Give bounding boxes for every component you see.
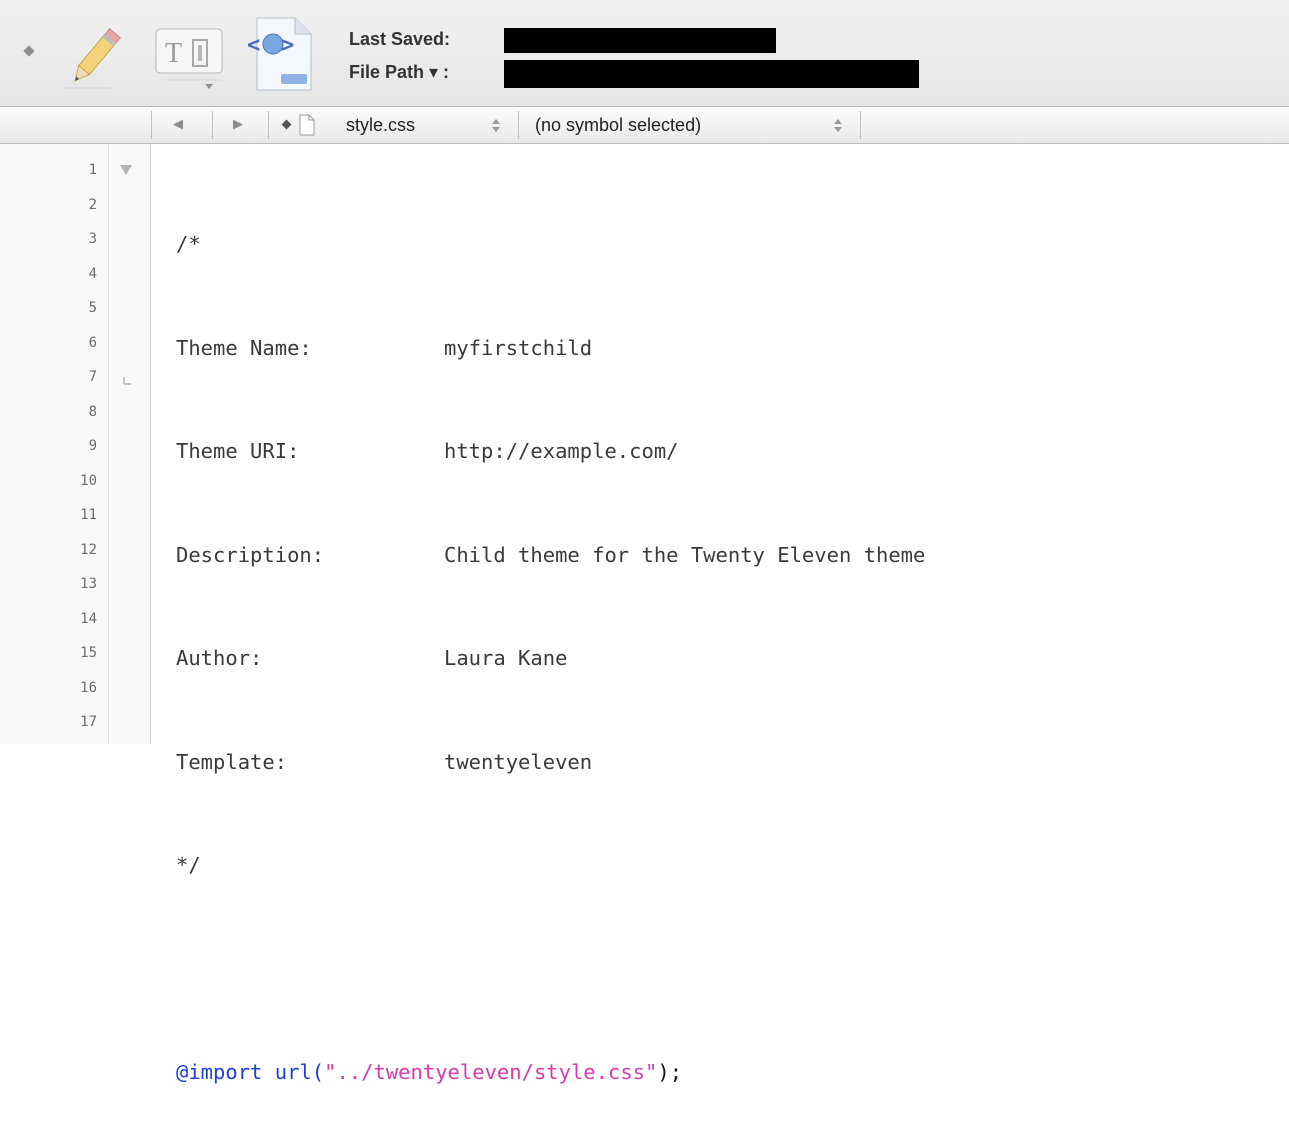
- divider: [268, 111, 269, 139]
- html-file-icon[interactable]: < >: [243, 14, 318, 94]
- symbol-popup[interactable]: (no symbol selected): [535, 115, 701, 136]
- line-number: 3: [88, 231, 97, 247]
- line-number: 2: [88, 197, 97, 213]
- header-value: twentyeleven: [444, 749, 593, 774]
- code-editor[interactable]: /* Theme Name: myfirstchild Theme URI: htt…: [176, 158, 925, 1124]
- header-key: Author:: [176, 646, 263, 670]
- text-document-icon[interactable]: T: [155, 28, 227, 90]
- svg-text:>: >: [281, 33, 294, 58]
- file-name-popup[interactable]: style.css: [346, 115, 415, 136]
- header-value: Laura Kane: [444, 646, 568, 670]
- code-line: @import url("../twentyeleven/style.css")…: [176, 1055, 925, 1090]
- comment-close: */: [176, 853, 201, 877]
- line-number: 5: [88, 300, 97, 316]
- navigation-bar: ◀ ▶ style.css (no symbol selected): [0, 107, 1289, 144]
- fold-open-icon[interactable]: [119, 164, 133, 176]
- line-number: 6: [88, 335, 97, 351]
- statement-end: );: [657, 1060, 683, 1084]
- header-key: Theme Name:: [176, 335, 312, 360]
- file-path-label[interactable]: File Path ▾ :: [349, 62, 449, 83]
- divider: [151, 111, 152, 139]
- line-number: 17: [80, 714, 97, 730]
- url-function: url(: [274, 1060, 325, 1084]
- comment-open: /*: [176, 232, 201, 256]
- header-value: myfirstchild: [444, 335, 593, 360]
- code-line: /*: [176, 227, 925, 262]
- code-line: Theme URI: http://example.com/: [176, 434, 925, 469]
- svg-text:<: <: [247, 33, 260, 58]
- bookmark-diamond-icon[interactable]: [23, 45, 35, 57]
- line-number: 10: [80, 473, 97, 489]
- popup-arrows-icon[interactable]: [491, 114, 501, 136]
- import-path-string: "../twentyeleven/style.css": [324, 1060, 658, 1084]
- toolbar: T < > Last Saved: File Path ▾ :: [0, 0, 1289, 107]
- line-number: 4: [88, 266, 97, 282]
- line-number: 15: [80, 645, 97, 661]
- import-keyword: @import: [176, 1060, 263, 1084]
- header-value: http://example.com/: [444, 439, 679, 463]
- code-line: Description: Child theme for the Twenty E…: [176, 538, 925, 573]
- fold-column-divider: [108, 144, 109, 744]
- line-number: 1: [88, 162, 97, 178]
- line-number: 13: [80, 576, 97, 592]
- document-icon: [299, 114, 315, 136]
- last-saved-label: Last Saved:: [349, 29, 451, 49]
- code-line: Theme Name: myfirstchild: [176, 331, 925, 366]
- svg-text:T: T: [165, 38, 182, 69]
- forward-arrow-icon[interactable]: ▶: [233, 116, 243, 132]
- code-line: */: [176, 848, 925, 883]
- code-line: Author: Laura Kane: [176, 641, 925, 676]
- header-key: Description:: [176, 542, 325, 567]
- code-line: Template: twentyeleven: [176, 745, 925, 780]
- fold-end-icon[interactable]: [122, 376, 132, 386]
- line-number-gutter: 1 2 3 4 5 6 7 8 9 10 11 12 13 14 15 16 1…: [0, 144, 151, 744]
- pencil-icon[interactable]: [60, 22, 130, 92]
- header-key: Theme URI:: [176, 439, 300, 463]
- popup-arrows-icon[interactable]: [833, 114, 843, 136]
- divider: [212, 111, 213, 139]
- line-number: 9: [88, 438, 97, 454]
- divider: [860, 111, 861, 139]
- header-value: Child theme for the Twenty Eleven theme: [444, 542, 926, 567]
- divider: [518, 111, 519, 139]
- bookmark-diamond-icon[interactable]: [281, 119, 292, 130]
- line-number: 12: [80, 542, 97, 558]
- line-number: 14: [80, 611, 97, 627]
- line-number: 8: [88, 404, 97, 420]
- line-number: 16: [80, 680, 97, 696]
- last-saved-value-redacted: [504, 28, 776, 53]
- line-number: 11: [80, 507, 97, 523]
- file-path-value-redacted: [504, 60, 919, 88]
- header-key: Template:: [176, 749, 288, 774]
- back-arrow-icon[interactable]: ◀: [173, 116, 183, 132]
- line-number: 7: [88, 369, 97, 385]
